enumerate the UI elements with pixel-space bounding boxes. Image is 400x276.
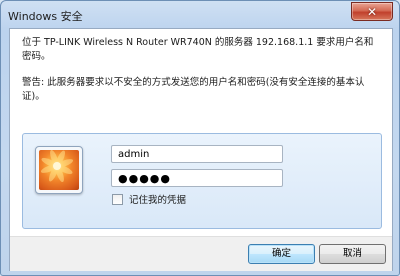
- title-bar[interactable]: Windows 安全 ✕: [1, 1, 399, 29]
- window-title: Windows 安全: [8, 10, 83, 23]
- username-field[interactable]: [111, 145, 283, 163]
- security-dialog: Windows 安全 ✕ 位于 TP-LINK Wireless N Route…: [0, 0, 400, 276]
- dialog-body: 位于 TP-LINK Wireless N Router WR740N 的服务器…: [9, 28, 393, 271]
- remember-credentials[interactable]: 记住我的凭据: [112, 192, 186, 206]
- warning-message: 警告: 此服务器要求以不安全的方式发送您的用户名和密码(没有安全连接的基本认证)…: [22, 77, 365, 102]
- credential-panel: 记住我的凭据: [22, 133, 382, 229]
- remember-checkbox[interactable]: [112, 193, 123, 205]
- ok-button[interactable]: 确定: [248, 244, 315, 264]
- flower-petals-icon: [40, 150, 74, 183]
- cancel-button[interactable]: 取消: [319, 244, 386, 264]
- button-bar: 确定 取消: [10, 236, 392, 271]
- close-button[interactable]: ✕: [351, 2, 393, 21]
- flower-avatar-icon: [39, 150, 79, 190]
- password-field[interactable]: [111, 169, 283, 187]
- close-icon: ✕: [366, 4, 378, 19]
- user-avatar-frame: [35, 146, 83, 194]
- server-message: 位于 TP-LINK Wireless N Router WR740N 的服务器…: [22, 37, 374, 62]
- remember-label: 记住我的凭据: [129, 195, 187, 206]
